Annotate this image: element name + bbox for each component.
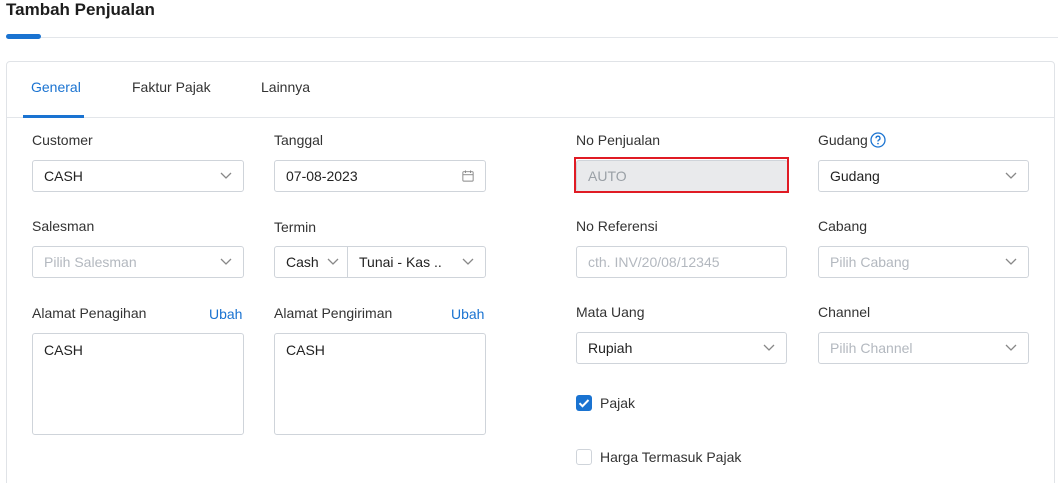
harga-termasuk-pajak-checkbox[interactable]: [576, 449, 592, 465]
calendar-icon: [462, 170, 474, 182]
termin-label: Termin: [274, 219, 317, 235]
pajak-checkbox[interactable]: [576, 395, 592, 411]
customer-value: CASH: [44, 168, 83, 184]
cabang-placeholder: Pilih Cabang: [830, 254, 910, 270]
chevron-down-icon: [462, 256, 474, 268]
salesman-placeholder: Pilih Salesman: [44, 254, 137, 270]
tanggal-value: 07-08-2023: [286, 168, 358, 184]
tab-bar: General Faktur Pajak Lainnya: [7, 62, 1054, 118]
channel-label: Channel: [818, 304, 871, 320]
salesman-select[interactable]: Pilih Salesman: [32, 246, 244, 278]
tab-faktur-pajak[interactable]: Faktur Pajak: [132, 79, 211, 95]
customer-label: Customer: [32, 132, 93, 148]
tab-general[interactable]: General: [31, 79, 81, 95]
termin-group: Cash Tunai - Kas ..: [274, 246, 486, 278]
mata-uang-select[interactable]: Rupiah: [576, 332, 787, 364]
chevron-down-icon: [220, 256, 232, 268]
chevron-down-icon: [1005, 170, 1017, 182]
title-divider: [41, 37, 1058, 38]
gudang-select[interactable]: Gudang: [818, 160, 1029, 192]
chevron-down-icon: [1005, 256, 1017, 268]
alamat-pengiriman-label: Alamat Pengiriman: [274, 305, 393, 321]
chevron-down-icon: [220, 170, 232, 182]
alamat-pengiriman-edit-link[interactable]: Ubah: [451, 306, 484, 322]
termin-account-select[interactable]: Tunai - Kas ..: [348, 247, 485, 277]
alamat-penagihan-edit-link[interactable]: Ubah: [209, 306, 242, 322]
highlight-box: [574, 157, 789, 193]
cabang-select[interactable]: Pilih Cabang: [818, 246, 1029, 278]
check-icon: [578, 399, 590, 408]
salesman-label: Salesman: [32, 218, 95, 234]
termin-type-value: Cash: [286, 254, 319, 270]
help-circle-icon[interactable]: [870, 132, 886, 148]
no-referensi-label: No Referensi: [576, 218, 658, 234]
gudang-value: Gudang: [830, 168, 880, 184]
tanggal-label: Tanggal: [274, 132, 324, 148]
alamat-pengiriman-textarea[interactable]: CASH: [274, 333, 486, 435]
gudang-label: Gudang: [818, 132, 868, 148]
active-tab-indicator: [23, 115, 84, 118]
chevron-down-icon: [763, 342, 775, 354]
alamat-penagihan-textarea[interactable]: CASH: [32, 333, 244, 435]
mata-uang-value: Rupiah: [588, 340, 633, 356]
no-referensi-input[interactable]: cth. INV/20/08/12345: [576, 246, 787, 278]
termin-type-select[interactable]: Cash: [275, 247, 347, 277]
mata-uang-label: Mata Uang: [576, 304, 645, 320]
harga-termasuk-pajak-label: Harga Termasuk Pajak: [600, 449, 742, 465]
page-title: Tambah Penjualan: [6, 0, 155, 19]
tanggal-datepicker[interactable]: 07-08-2023: [274, 160, 486, 192]
termin-account-value: Tunai - Kas ..: [359, 254, 442, 270]
chevron-down-icon: [327, 256, 339, 268]
customer-select[interactable]: CASH: [32, 160, 244, 192]
chevron-down-icon: [1005, 342, 1017, 354]
channel-select[interactable]: Pilih Channel: [818, 332, 1029, 364]
title-accent-bar: [6, 34, 41, 39]
tab-lainnya[interactable]: Lainnya: [261, 79, 310, 95]
alamat-penagihan-label: Alamat Penagihan: [32, 305, 147, 321]
cabang-label: Cabang: [818, 218, 868, 234]
channel-placeholder: Pilih Channel: [830, 340, 913, 356]
no-referensi-placeholder: cth. INV/20/08/12345: [588, 254, 720, 270]
no-penjualan-label: No Penjualan: [576, 132, 661, 148]
pajak-label: Pajak: [600, 395, 636, 411]
